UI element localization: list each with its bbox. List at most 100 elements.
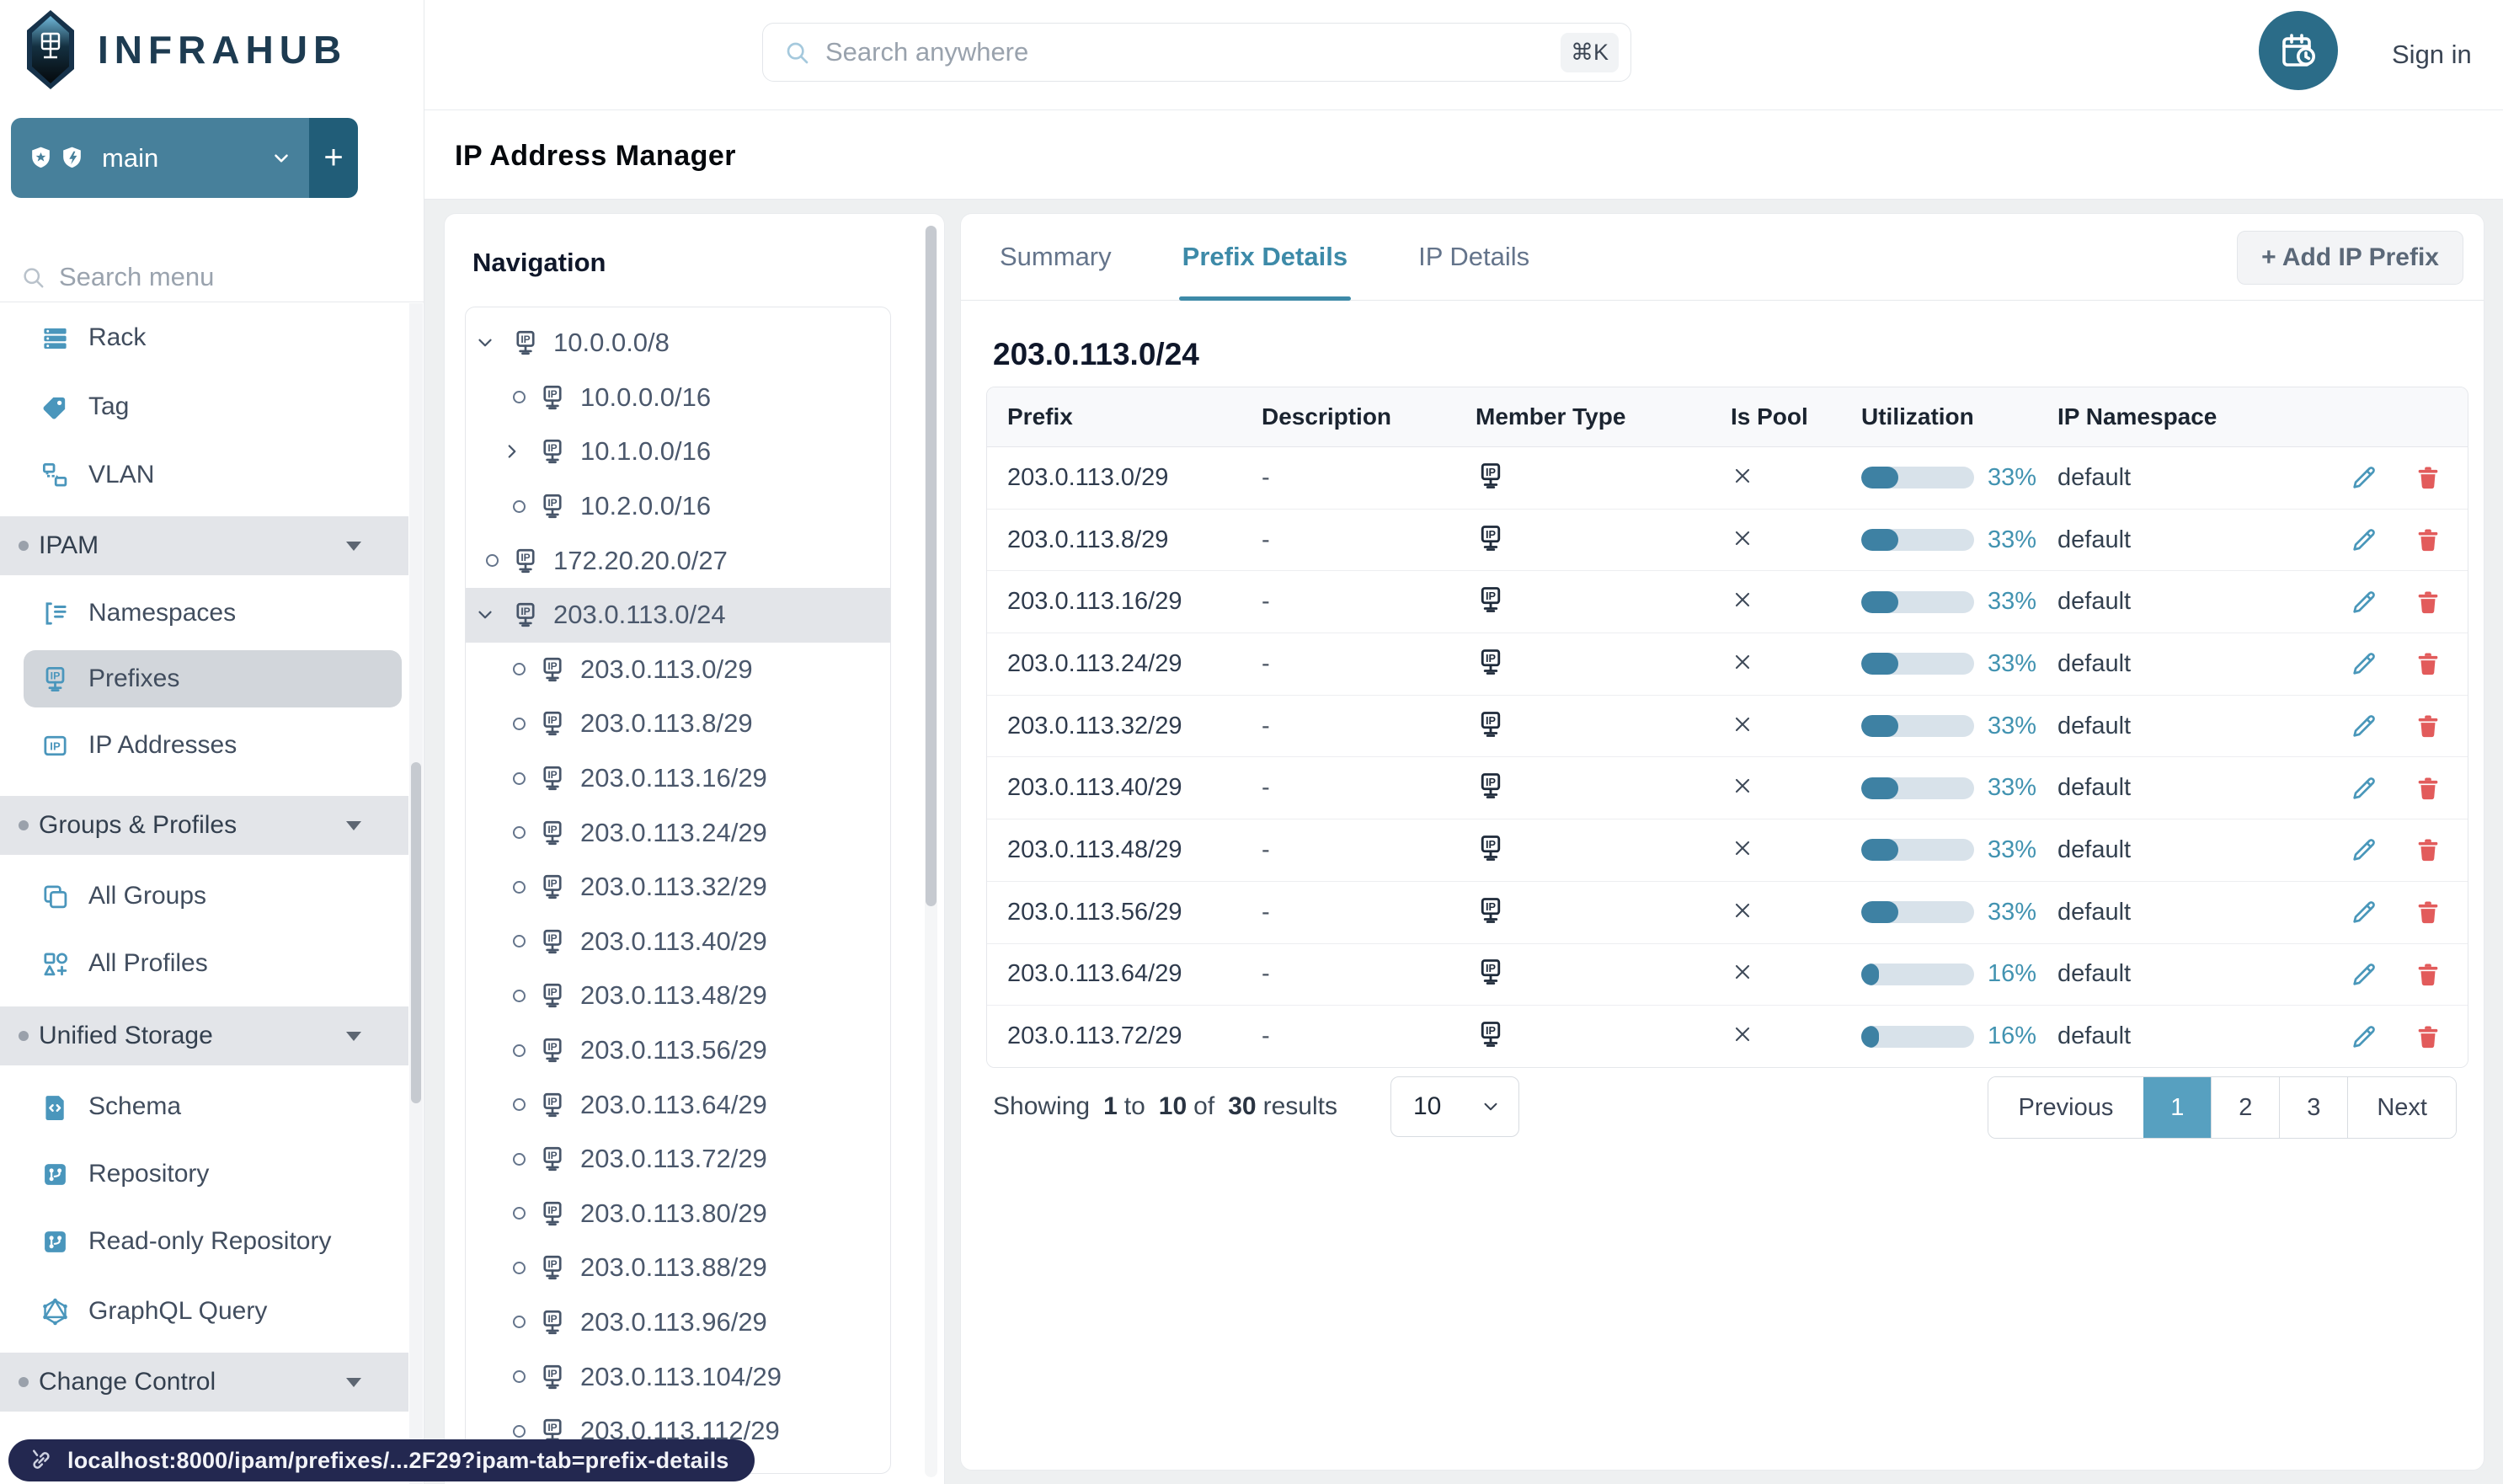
table-row[interactable]: 203.0.113.48/29 - IP 33% default [987, 819, 2468, 881]
next-page-button[interactable]: Next [2347, 1077, 2456, 1138]
sidebar-section-groups-profiles[interactable]: Groups & Profiles [0, 796, 408, 855]
tree-item-203-0-113-80-29[interactable]: IP 203.0.113.80/29 [466, 1187, 890, 1241]
sidebar-scrollbar-thumb[interactable] [411, 762, 421, 1103]
sidebar-item-repository[interactable]: Repository [0, 1140, 408, 1208]
chevron-down-icon[interactable] [478, 602, 504, 627]
tree-item-10-1-0-0-16[interactable]: IP 10.1.0.0/16 [466, 424, 890, 479]
page-button-2[interactable]: 2 [2211, 1077, 2280, 1138]
tree-item-203-0-113-88-29[interactable]: IP 203.0.113.88/29 [466, 1241, 890, 1295]
tree-item-203-0-113-0-24[interactable]: IP 203.0.113.0/24 [466, 587, 890, 643]
navigation-scrollbar-thumb[interactable] [926, 226, 937, 906]
svg-text:IP: IP [50, 739, 61, 752]
table-row[interactable]: 203.0.113.40/29 - IP 33% default [987, 756, 2468, 819]
delete-button[interactable] [2414, 712, 2442, 740]
tree-item-10-0-0-0-16[interactable]: IP 10.0.0.0/16 [466, 371, 890, 425]
sidebar-search-input[interactable]: Search menu [0, 253, 424, 302]
cell-is-pool [1731, 526, 1861, 554]
prefixes-icon: IP [538, 927, 567, 956]
tree-item-203-0-113-48-29[interactable]: IP 203.0.113.48/29 [466, 969, 890, 1023]
table-row[interactable]: 203.0.113.56/29 - IP 33% default [987, 880, 2468, 943]
table-row[interactable]: 203.0.113.16/29 - IP 33% default [987, 570, 2468, 633]
table-row[interactable]: 203.0.113.72/29 - IP 16% default [987, 1005, 2468, 1067]
x-icon [1731, 1022, 1754, 1046]
navigation-scrollbar[interactable] [925, 226, 937, 1477]
tree-item-203-0-113-96-29[interactable]: IP 203.0.113.96/29 [466, 1295, 890, 1350]
chevron-down-icon[interactable] [478, 330, 504, 355]
table-row[interactable]: 203.0.113.32/29 - IP 33% default [987, 694, 2468, 757]
edit-button[interactable] [2350, 774, 2378, 803]
sign-in-button[interactable]: Sign in [2392, 0, 2472, 109]
tree-item-203-0-113-8-29[interactable]: IP 203.0.113.8/29 [466, 697, 890, 751]
table-row[interactable]: 203.0.113.8/29 - IP 33% default [987, 508, 2468, 571]
sidebar-item-read-only-repository[interactable]: Read-only Repository [0, 1208, 408, 1275]
previous-page-button[interactable]: Previous [1988, 1077, 2144, 1138]
tab-ip-details[interactable]: IP Details [1418, 214, 1529, 300]
sidebar-item-all-profiles[interactable]: All Profiles [0, 930, 408, 997]
infrahub-logo[interactable]: INFRAHUB [25, 8, 347, 91]
edit-button[interactable] [2350, 649, 2378, 678]
edit-button[interactable] [2350, 1022, 2378, 1051]
time-travel-button[interactable] [2259, 11, 2338, 90]
tree-item-203-0-113-56-29[interactable]: IP 203.0.113.56/29 [466, 1023, 890, 1078]
sidebar-item-prefixes[interactable]: IP Prefixes [24, 650, 402, 707]
page-button-3[interactable]: 3 [2279, 1077, 2348, 1138]
delete-button[interactable] [2414, 960, 2442, 989]
tree-item-203-0-113-32-29[interactable]: IP 203.0.113.32/29 [466, 860, 890, 915]
tab-summary[interactable]: Summary [1000, 214, 1112, 300]
sidebar-item-tag[interactable]: Tag [0, 373, 408, 440]
tree-item-203-0-113-40-29[interactable]: IP 203.0.113.40/29 [466, 915, 890, 969]
cell-member-type: IP [1476, 709, 1731, 744]
tree-item-203-0-113-64-29[interactable]: IP 203.0.113.64/29 [466, 1077, 890, 1132]
prefixes-icon: IP [538, 764, 567, 793]
tree-item-203-0-113-104-29[interactable]: IP 203.0.113.104/29 [466, 1349, 890, 1404]
sidebar-item-all-groups[interactable]: All Groups [0, 862, 408, 930]
delete-button[interactable] [2414, 526, 2442, 554]
sidebar-item-ip-addresses[interactable]: IP IP Addresses [0, 712, 408, 779]
sidebar-section-unified-storage[interactable]: Unified Storage [0, 1006, 408, 1065]
chevron-right-icon[interactable] [506, 439, 531, 464]
add-branch-button[interactable]: + [309, 118, 358, 198]
edit-button[interactable] [2350, 463, 2378, 492]
global-search-input[interactable]: Search anywhere ⌘K [762, 23, 1631, 82]
table-row[interactable]: 203.0.113.24/29 - IP 33% default [987, 633, 2468, 695]
edit-button[interactable] [2350, 835, 2378, 864]
sidebar-item-rack[interactable]: Rack [0, 304, 408, 371]
sidebar-section-ipam[interactable]: IPAM [0, 516, 408, 575]
prefixes-icon: IP [538, 437, 567, 466]
tree-item-203-0-113-16-29[interactable]: IP 203.0.113.16/29 [466, 751, 890, 806]
tree-item-10-0-0-0-8[interactable]: IP 10.0.0.0/8 [466, 316, 890, 371]
delete-button[interactable] [2414, 588, 2442, 617]
utilization-bar [1861, 839, 1974, 862]
delete-button[interactable] [2414, 898, 2442, 926]
sidebar-scrollbar[interactable] [409, 303, 423, 1484]
tree-item-203-0-113-24-29[interactable]: IP 203.0.113.24/29 [466, 805, 890, 860]
sidebar-section-change-control[interactable]: Change Control [0, 1353, 408, 1412]
delete-button[interactable] [2414, 774, 2442, 803]
delete-button[interactable] [2414, 649, 2442, 678]
edit-button[interactable] [2350, 960, 2378, 989]
tree-item-203-0-113-0-29[interactable]: IP 203.0.113.0/29 [466, 643, 890, 697]
page-button-1[interactable]: 1 [2143, 1077, 2212, 1138]
sidebar-item-vlan[interactable]: VLAN [0, 441, 408, 509]
section-bullet-icon [19, 1377, 29, 1387]
branch-dropdown[interactable]: main [11, 118, 309, 198]
sidebar-item-schema[interactable]: Schema [0, 1073, 408, 1140]
delete-button[interactable] [2414, 463, 2442, 492]
delete-button[interactable] [2414, 835, 2442, 864]
edit-button[interactable] [2350, 588, 2378, 617]
table-row[interactable]: 203.0.113.64/29 - IP 16% default [987, 942, 2468, 1006]
edit-button[interactable] [2350, 526, 2378, 554]
tree-item-10-2-0-0-16[interactable]: IP 10.2.0.0/16 [466, 479, 890, 534]
page-size-select[interactable]: 10 [1390, 1076, 1519, 1137]
tab-prefix-details[interactable]: Prefix Details [1178, 214, 1352, 301]
sidebar-item-graphql-query[interactable]: GraphQL Query [0, 1278, 408, 1345]
add-ip-prefix-button[interactable]: + Add IP Prefix [2237, 231, 2463, 285]
tree-item-203-0-113-72-29[interactable]: IP 203.0.113.72/29 [466, 1132, 890, 1187]
status-url: localhost:8000/ipam/prefixes/...2F29?ipa… [67, 1447, 729, 1473]
tree-item-172-20-20-0-27[interactable]: IP 172.20.20.0/27 [466, 533, 890, 588]
delete-button[interactable] [2414, 1022, 2442, 1051]
edit-button[interactable] [2350, 898, 2378, 926]
table-row[interactable]: 203.0.113.0/29 - IP 33% default [987, 447, 2468, 509]
edit-button[interactable] [2350, 712, 2378, 740]
sidebar-item-namespaces[interactable]: Namespaces [0, 579, 408, 647]
